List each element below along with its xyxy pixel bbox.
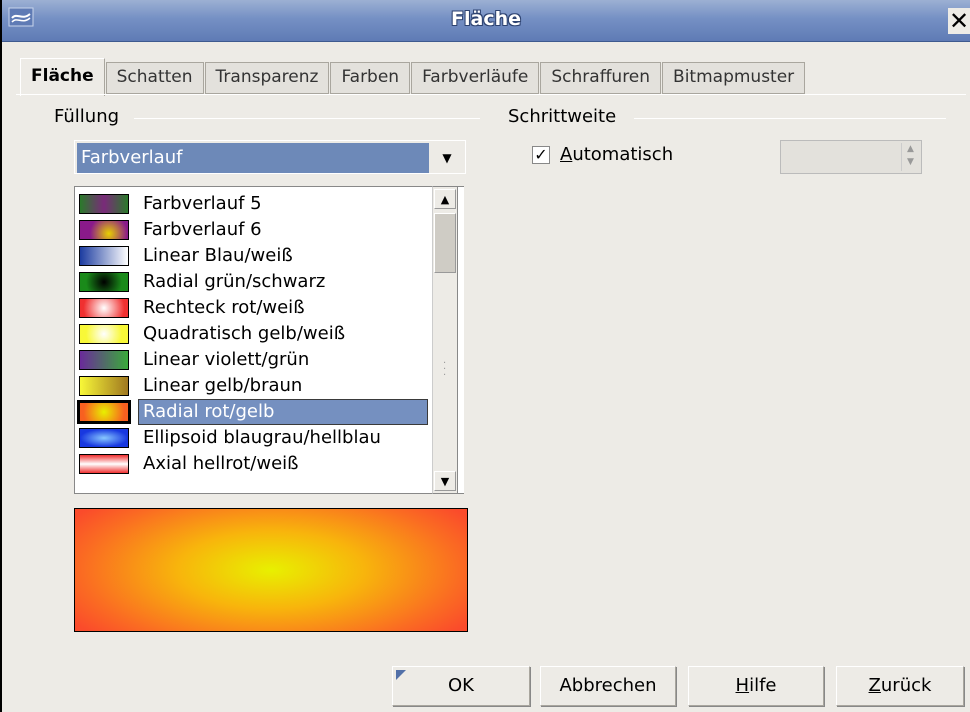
gradient-swatch xyxy=(79,428,129,448)
window-title: Fläche xyxy=(451,8,521,30)
tab-bitmapmuster[interactable]: Bitmapmuster xyxy=(662,62,806,94)
gradient-list-item[interactable]: Ellipsoid blaugrau/hellblau xyxy=(75,425,464,451)
gradient-label: Rechteck rot/weiß xyxy=(143,297,305,318)
gradient-swatch xyxy=(77,400,131,424)
gradient-label: Ellipsoid blaugrau/hellblau xyxy=(143,427,381,448)
scroll-up-icon[interactable]: ▲ xyxy=(434,189,456,209)
back-button-label: urück xyxy=(880,675,932,696)
gradient-label: Radial rot/gelb xyxy=(138,399,428,425)
chevron-down-icon[interactable]: ▼ xyxy=(437,147,457,167)
gradient-swatch xyxy=(79,350,129,370)
gradient-label: Quadratisch gelb/weiß xyxy=(143,323,346,344)
automatic-label-text: utomatisch xyxy=(572,144,674,165)
gradient-swatch xyxy=(79,194,129,214)
gradient-list-item[interactable]: Rechteck rot/weiß xyxy=(75,295,464,321)
gradient-swatch xyxy=(79,324,129,344)
gradient-list-item[interactable]: Linear violett/grün xyxy=(75,347,464,373)
gradient-list-item[interactable]: Farbverlauf 6 xyxy=(75,217,464,243)
tab-transparenz[interactable]: Transparenz xyxy=(204,62,330,94)
fill-group-divider xyxy=(134,118,480,119)
cancel-button[interactable]: Abbrechen xyxy=(540,666,676,706)
gradient-list-scrollbar[interactable]: ▲ · · · ▼ xyxy=(432,186,458,494)
ok-button-label: OK xyxy=(448,675,474,696)
spin-arrows-icon[interactable]: ▲ ▼ xyxy=(901,143,919,171)
gradient-swatch xyxy=(79,454,129,474)
fill-type-value: Farbverlauf xyxy=(77,143,429,173)
gradient-swatch xyxy=(79,298,129,318)
fill-group-title: Füllung xyxy=(54,106,126,127)
gradient-swatch xyxy=(79,246,129,266)
help-mnemonic: H xyxy=(735,675,750,696)
gradient-list-item[interactable]: Quadratisch gelb/weiß xyxy=(75,321,464,347)
gradient-list[interactable]: Farbverlauf 5 Farbverlauf 6 Linear Blau/we… xyxy=(74,186,464,494)
gradient-list-item[interactable]: Axial hellrot/weiß xyxy=(75,451,464,477)
area-dialog: Fläche ✕ Fläche Schatten Transparenz Farben… xyxy=(0,0,970,712)
default-button-marker xyxy=(396,670,406,680)
gradient-label: Linear violett/grün xyxy=(143,349,310,370)
tab-schraffuren[interactable]: Schraffuren xyxy=(540,62,662,94)
gradient-list-item[interactable]: Linear gelb/braun xyxy=(75,373,464,399)
ok-button[interactable]: OK xyxy=(392,666,530,706)
tab-bar: Fläche Schatten Transparenz Farben Farbverlä… xyxy=(20,58,806,96)
gradient-label: Linear gelb/braun xyxy=(143,375,303,396)
cancel-button-label: Abbrechen xyxy=(559,675,657,696)
gradient-list-item[interactable]: Farbverlauf 5 xyxy=(75,191,464,217)
automatic-checkbox-row[interactable]: ✓ Automatisch xyxy=(532,144,673,165)
gradient-list-item[interactable]: Radial rot/gelb xyxy=(75,399,464,425)
help-button-label: ilfe xyxy=(749,675,777,696)
back-mnemonic: Z xyxy=(868,675,881,696)
tab-farbverl-ufe[interactable]: Farbverläufe xyxy=(411,62,540,94)
gradient-label: Farbverlauf 6 xyxy=(143,219,262,240)
gradient-label: Linear Blau/weiß xyxy=(143,245,293,266)
step-group-title: Schrittweite xyxy=(508,106,623,127)
gradient-swatch xyxy=(79,220,129,240)
scroll-down-icon[interactable]: ▼ xyxy=(434,471,456,491)
automatic-checkbox[interactable]: ✓ xyxy=(532,145,550,164)
close-icon[interactable]: ✕ xyxy=(948,8,970,34)
gradient-preview xyxy=(74,508,468,632)
gradient-list-item[interactable]: Radial grün/schwarz xyxy=(75,269,464,295)
grip-icon: · · · xyxy=(443,358,447,381)
step-count-spinbox[interactable]: ▲ ▼ xyxy=(780,140,922,174)
gradient-label: Radial grün/schwarz xyxy=(143,271,326,292)
gradient-label: Farbverlauf 5 xyxy=(143,193,262,214)
automatic-mnemonic: A xyxy=(560,144,573,165)
gradient-swatch xyxy=(79,272,129,292)
automatic-label[interactable]: Automatisch xyxy=(560,144,673,165)
gradient-label: Axial hellrot/weiß xyxy=(143,453,299,474)
tab-farben[interactable]: Farben xyxy=(330,62,411,94)
gradient-list-item[interactable]: Linear Blau/weiß xyxy=(75,243,464,269)
step-group-divider xyxy=(634,118,946,119)
help-button[interactable]: Hilfe xyxy=(688,666,824,706)
scroll-thumb[interactable] xyxy=(434,213,456,273)
fill-type-dropdown[interactable]: Farbverlauf ▼ xyxy=(74,140,466,174)
back-button[interactable]: Zurück xyxy=(836,666,964,706)
tab-schatten[interactable]: Schatten xyxy=(105,62,204,94)
tab-fl-che[interactable]: Fläche xyxy=(20,58,105,96)
gradient-swatch xyxy=(79,376,129,396)
title-bar[interactable]: Fläche ✕ xyxy=(2,0,970,42)
